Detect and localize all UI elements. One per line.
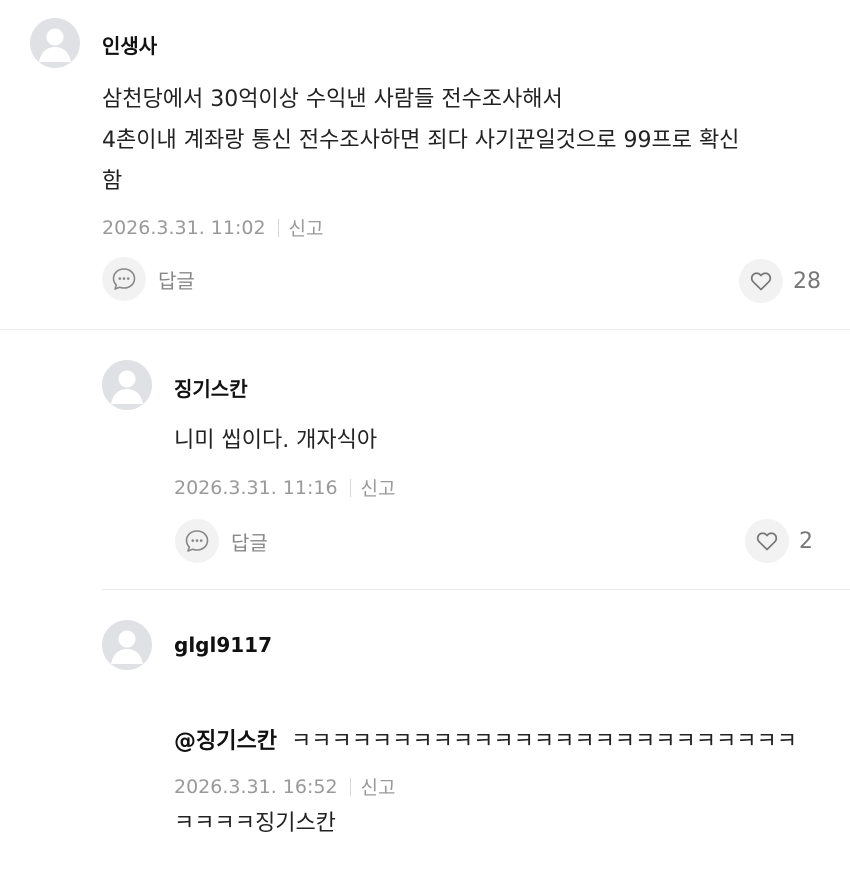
comment-meta: 2026.3.31. 11:16 신고 [174, 474, 396, 501]
comment-divider [102, 589, 850, 590]
comment-meta: 2026.3.31. 16:52 신고 [174, 773, 396, 800]
speech-bubble-icon [102, 257, 146, 301]
heart-outline-icon [745, 519, 789, 563]
comment-text-line: ㅋㅋㅋㅋ징기스칸 [174, 811, 336, 836]
comment-meta: 2026.3.31. 11:02 신고 [102, 214, 324, 241]
like-button[interactable]: 28 [739, 259, 821, 303]
comment-timestamp: 2026.3.31. 11:16 [174, 476, 338, 499]
heart-outline-icon [739, 259, 783, 303]
reply-label: 답글 [231, 530, 268, 555]
comment-timestamp: 2026.3.31. 11:02 [102, 216, 266, 239]
report-link[interactable]: 신고 [361, 773, 396, 800]
meta-divider [277, 218, 279, 237]
comment-author[interactable]: 징기스칸 [174, 373, 248, 402]
reply-label: 답글 [158, 268, 195, 293]
meta-divider [349, 777, 351, 796]
comment-text: 니미 씹이다. 개자식아 [174, 428, 378, 453]
avatar-icon[interactable] [102, 360, 152, 410]
reply-button[interactable]: 답글 [175, 519, 268, 563]
comment-author[interactable]: 인생사 [102, 30, 157, 59]
mention-link[interactable]: @징기스칸 [174, 729, 277, 754]
comment-author[interactable]: glgl9117 [174, 633, 272, 657]
comment-timestamp: 2026.3.31. 16:52 [174, 775, 338, 798]
like-count: 28 [793, 268, 821, 294]
like-count: 2 [799, 528, 813, 554]
comment-text: 삼천당에서 30억이상 수익낸 사람들 전수조사해서 4촌이내 계좌랑 통신 전… [102, 87, 740, 194]
avatar-icon[interactable] [102, 620, 152, 670]
comment-divider [0, 329, 850, 330]
comment-text-line: @징기스칸 ㅋㅋㅋㅋㅋㅋㅋㅋㅋㅋㅋㅋㅋㅋㅋㅋㅋㅋㅋㅋㅋㅋㅋㅋㅋ [174, 721, 797, 762]
speech-bubble-icon [175, 519, 219, 563]
meta-divider [349, 478, 351, 497]
like-button[interactable]: 2 [745, 519, 813, 563]
report-link[interactable]: 신고 [361, 474, 396, 501]
comment-text-part: ㅋㅋㅋㅋㅋㅋㅋㅋㅋㅋㅋㅋㅋㅋㅋㅋㅋㅋㅋㅋㅋㅋㅋㅋㅋ [290, 729, 797, 754]
reply-button[interactable]: 답글 [102, 257, 195, 301]
avatar-icon[interactable] [30, 18, 80, 68]
report-link[interactable]: 신고 [289, 214, 324, 241]
